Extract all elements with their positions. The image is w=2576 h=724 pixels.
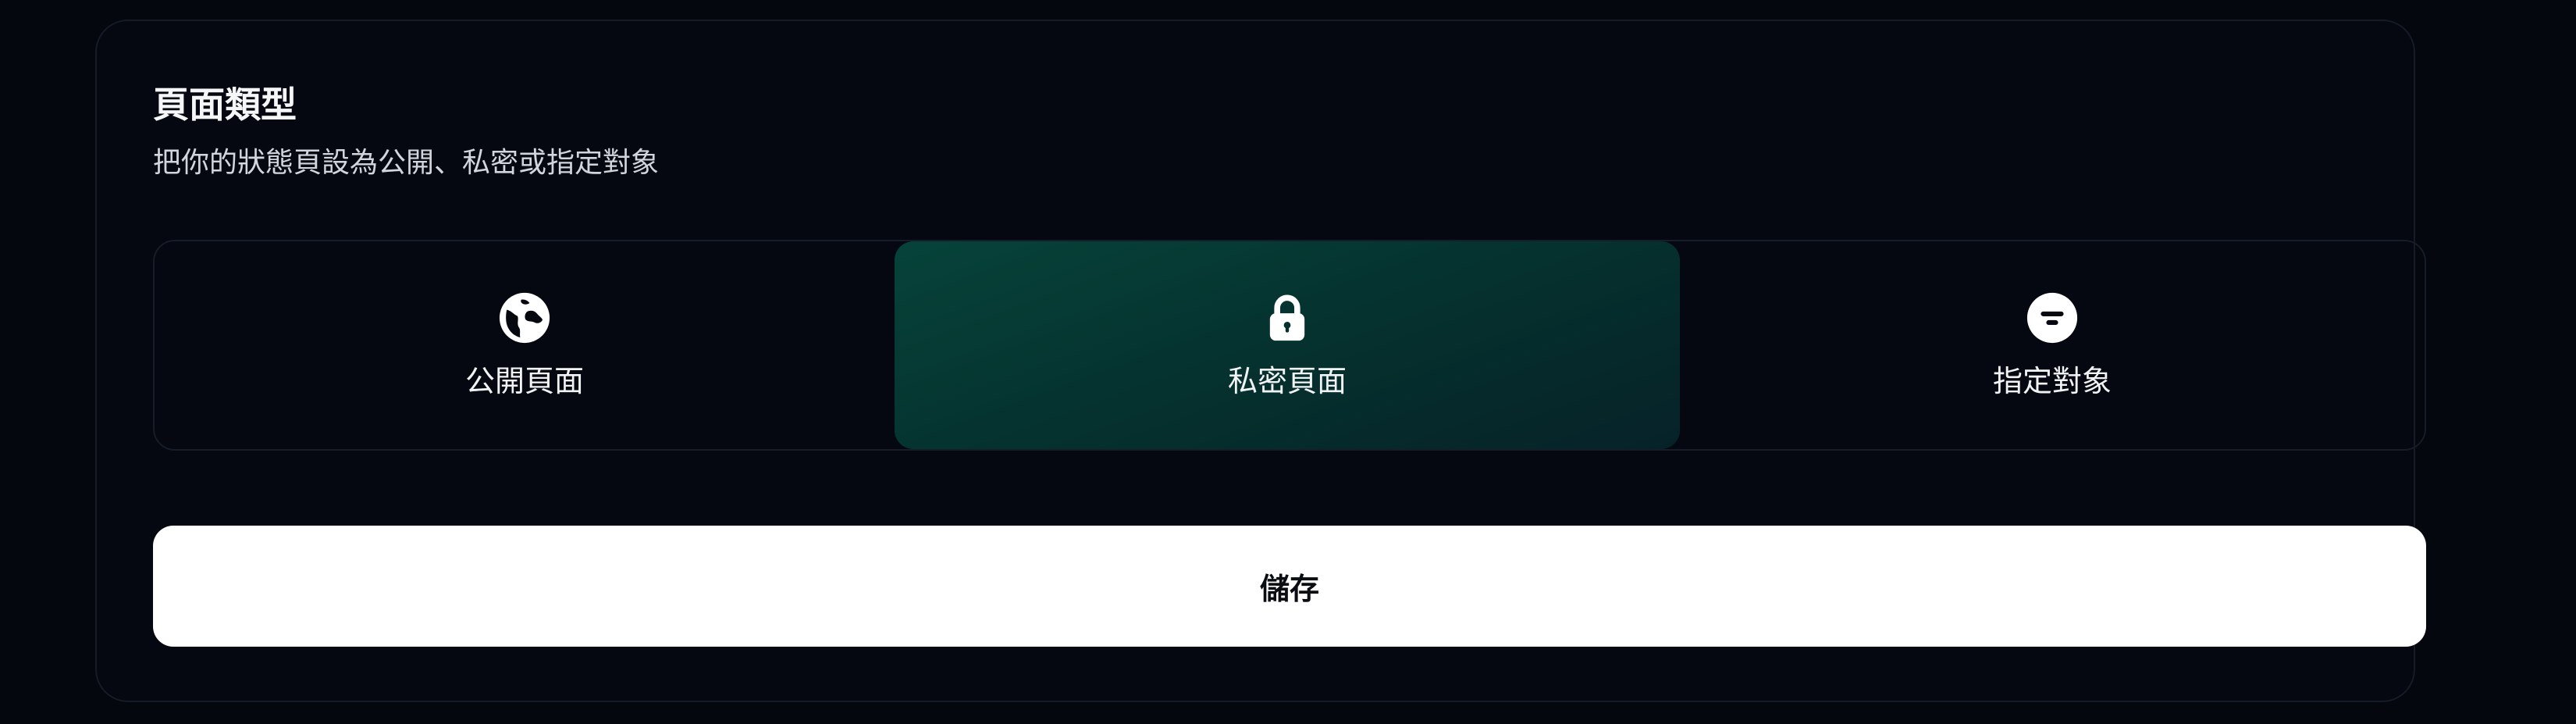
option-specified-audience[interactable]: 指定對象 bbox=[1680, 241, 2425, 449]
visibility-selector: 公開頁面 私密頁面 指定對象 bbox=[153, 240, 2426, 451]
option-private-page[interactable]: 私密頁面 bbox=[895, 241, 1680, 449]
save-button[interactable]: 儲存 bbox=[153, 526, 2426, 647]
globe-icon bbox=[499, 293, 550, 344]
section-title: 頁面類型 bbox=[153, 84, 297, 126]
lock-icon bbox=[1269, 294, 1305, 341]
section-subtitle: 把你的狀態頁設為公開、私密或指定對象 bbox=[153, 147, 660, 179]
option-label: 公開頁面 bbox=[464, 364, 584, 399]
audience-icon bbox=[2026, 293, 2078, 344]
option-label: 私密頁面 bbox=[1227, 364, 1347, 399]
page-type-card: 頁面類型 把你的狀態頁設為公開、私密或指定對象 公開頁面 私密頁面 指定對象 儲… bbox=[95, 20, 2426, 702]
option-label: 指定對象 bbox=[1992, 364, 2112, 399]
option-public-page[interactable]: 公開頁面 bbox=[155, 241, 895, 449]
